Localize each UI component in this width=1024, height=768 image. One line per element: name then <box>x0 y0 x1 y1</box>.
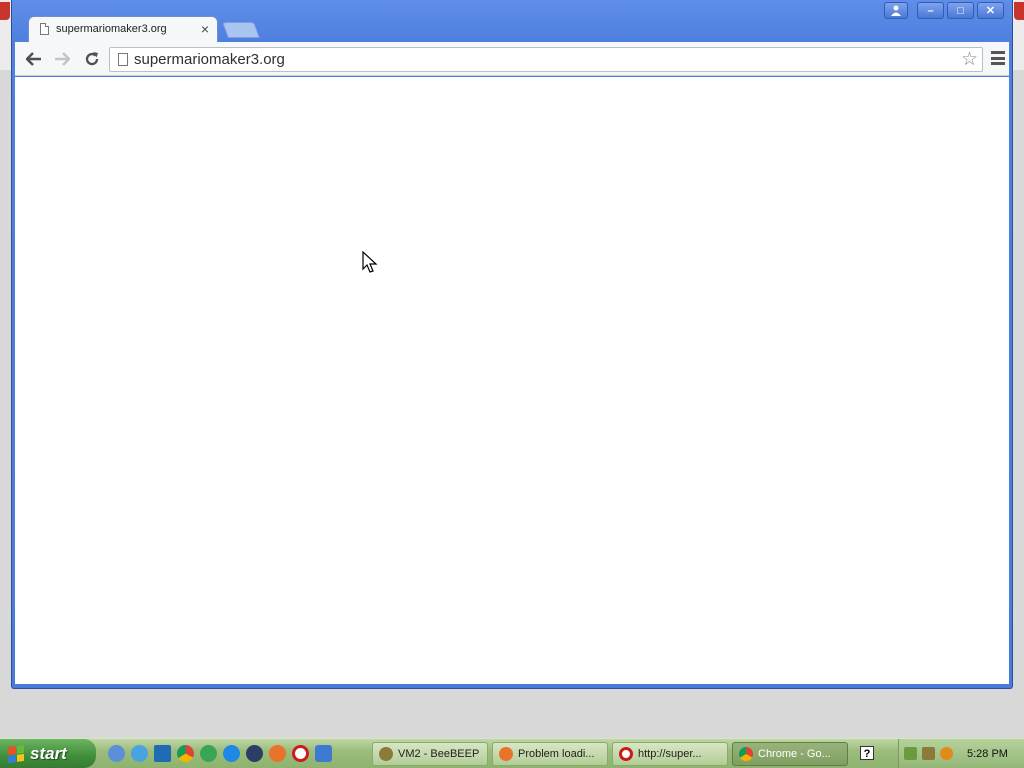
beebeep-icon <box>379 747 393 761</box>
browser-window: – □ ✕ supermariomaker3.org × supermariom… <box>11 0 1013 689</box>
page-content[interactable] <box>15 77 1009 684</box>
tab-title: supermariomaker3.org <box>56 23 167 35</box>
url-text[interactable]: supermariomaker3.org <box>134 51 285 68</box>
close-window-button[interactable]: ✕ <box>977 2 1004 19</box>
opera-icon <box>619 747 633 761</box>
task-label: VM2 - BeeBEEP <box>398 748 480 760</box>
browser-toolbar: supermariomaker3.org ☆ <box>15 42 1009 76</box>
ie-globe-icon[interactable] <box>108 745 125 762</box>
browser-tab[interactable]: supermariomaker3.org × <box>28 16 218 43</box>
puzzle-icon[interactable] <box>154 745 171 762</box>
quick-launch <box>108 745 332 762</box>
firefox-icon[interactable] <box>269 745 286 762</box>
task-label: Problem loadi... <box>518 748 595 760</box>
windows-logo-icon <box>8 744 24 763</box>
reload-icon <box>85 52 99 66</box>
new-tab-button[interactable] <box>222 22 260 38</box>
task-label: Chrome - Go... <box>758 748 831 760</box>
taskbar-task-firefox[interactable]: Problem loadi... <box>492 742 608 766</box>
start-label: start <box>30 743 67 763</box>
taskbar-task-beebeep[interactable]: VM2 - BeeBEEP <box>372 742 488 766</box>
reload-button[interactable] <box>81 48 103 70</box>
mouse-cursor-icon <box>362 251 378 273</box>
page-icon <box>40 23 49 35</box>
background-app-edge <box>1014 2 1024 20</box>
beebeep-tray-icon[interactable] <box>922 747 935 760</box>
back-arrow-icon <box>26 52 41 66</box>
chrome-icon <box>739 747 753 761</box>
page-icon <box>118 53 128 66</box>
ie-icon[interactable] <box>223 745 240 762</box>
chrome-menu-button[interactable] <box>991 50 1005 66</box>
background-app-edge <box>0 2 10 20</box>
menu-bar-icon <box>991 51 1005 54</box>
wizard-icon[interactable] <box>315 745 332 762</box>
bookmark-star-icon[interactable]: ☆ <box>961 48 978 72</box>
help-icon[interactable]: ? <box>860 746 874 760</box>
firefox-icon <box>499 747 513 761</box>
profile-icon[interactable] <box>884 2 908 19</box>
menu-bar-icon <box>991 62 1005 65</box>
start-button[interactable]: start <box>0 739 96 768</box>
swirl-icon[interactable] <box>131 745 148 762</box>
maximize-button[interactable]: □ <box>947 2 974 19</box>
taskbar-task-opera[interactable]: http://super... <box>612 742 728 766</box>
system-tray: 5:28 PM <box>898 739 1024 768</box>
forward-button[interactable] <box>51 48 73 70</box>
menu-bar-icon <box>991 56 1005 60</box>
taskbar-task-chrome[interactable]: Chrome - Go... <box>732 742 848 766</box>
media-icon[interactable] <box>246 745 263 762</box>
forward-arrow-icon <box>55 52 70 66</box>
minimize-button[interactable]: – <box>917 2 944 19</box>
address-bar[interactable]: supermariomaker3.org ☆ <box>109 47 983 72</box>
taskbar: start VM2 - BeeBEEP Problem loadi... htt… <box>0 738 1024 768</box>
task-label: http://super... <box>638 748 702 760</box>
search-icon[interactable] <box>940 747 953 760</box>
network-icon[interactable] <box>904 747 917 760</box>
tab-close-button[interactable]: × <box>201 21 209 37</box>
window-controls: – □ ✕ <box>881 2 1004 19</box>
clock: 5:28 PM <box>967 747 1008 760</box>
chrome-icon[interactable] <box>177 745 194 762</box>
opera-icon[interactable] <box>292 745 309 762</box>
back-button[interactable] <box>23 48 45 70</box>
recycle-icon[interactable] <box>200 745 217 762</box>
